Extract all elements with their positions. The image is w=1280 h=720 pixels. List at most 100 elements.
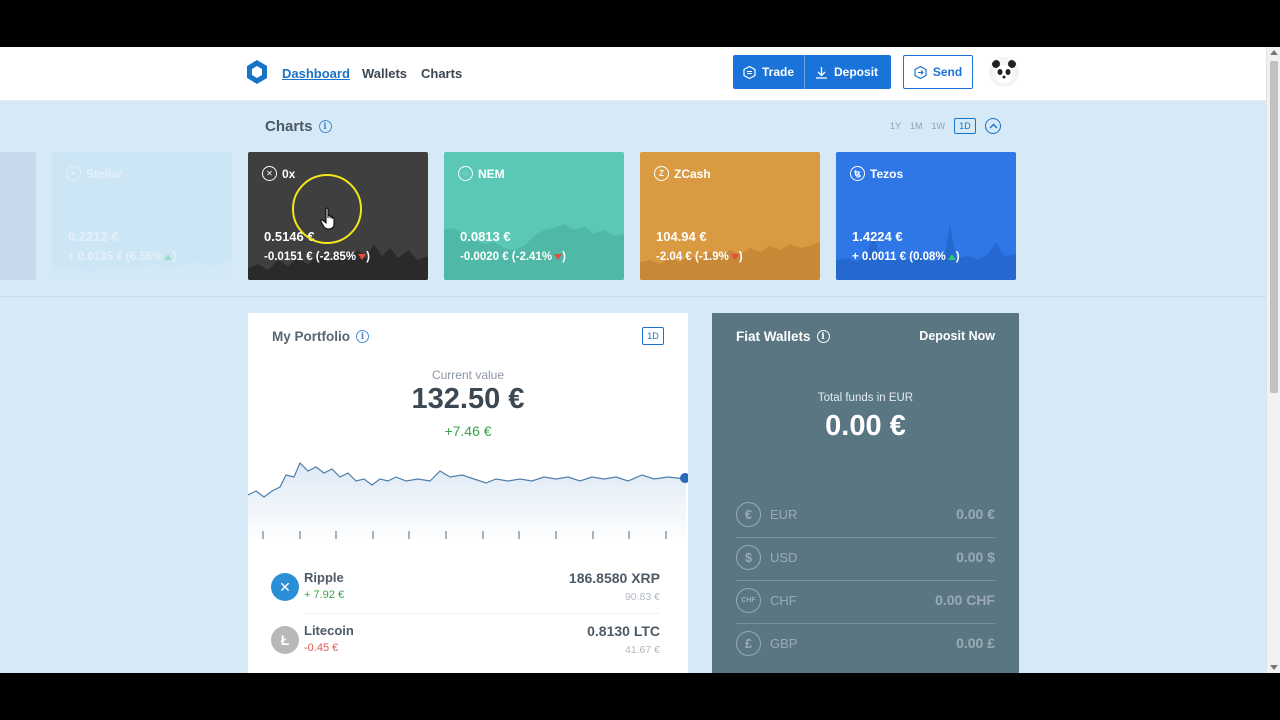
asset-row-ripple[interactable]: ✕ Ripple + 7.92 € 186.8580 XRP 90.83 €	[270, 563, 660, 615]
coin-card-tezos[interactable]: ꜩ Tezos 1.4224 € + 0.0011 € (0.08%)	[836, 152, 1016, 280]
scroll-down-arrow-icon[interactable]	[1270, 665, 1278, 670]
coin-change: + 0.0011 € (0.08%)	[852, 251, 960, 263]
row-divider	[736, 623, 995, 624]
coin-name-text: Stellar	[86, 166, 123, 181]
top-header: Dashboard Wallets Charts Trade Deposit S…	[0, 47, 1266, 101]
asset-amount: 0.8130 LTC	[587, 623, 660, 639]
coin-change-text: + 0.0011 € (0.08%	[852, 251, 946, 263]
coin-price: 1.4224 €	[852, 229, 903, 244]
nav-wallets[interactable]: Wallets	[362, 66, 407, 81]
hand-cursor-icon	[320, 207, 335, 230]
send-label: Send	[932, 65, 963, 79]
coin-change-text: -0.0151 € (-2.85%	[264, 251, 357, 263]
portfolio-range-badge[interactable]: 1D	[642, 327, 664, 345]
scrollbar-thumb[interactable]	[1270, 61, 1278, 393]
info-icon[interactable]: i	[318, 120, 332, 133]
total-funds-value: 0.00 €	[825, 410, 906, 442]
coin-name: Z ZCash	[654, 166, 711, 181]
panda-icon	[989, 57, 1019, 87]
zcash-icon: Z	[654, 166, 669, 181]
nav-dashboard[interactable]: Dashboard	[282, 66, 350, 81]
currency-amount: 0.00 £	[956, 635, 995, 651]
currency-code: CHF	[770, 593, 797, 608]
portfolio-title-text: My Portfolio	[272, 329, 350, 344]
asset-name: Ripple	[304, 570, 344, 585]
row-divider	[304, 613, 660, 614]
coin-name-text: Tezos	[870, 166, 904, 181]
coin-price: 104.94 €	[656, 229, 707, 244]
collapse-charts-button[interactable]	[985, 118, 1002, 134]
trade-deposit-group: Trade Deposit	[733, 55, 891, 89]
vertical-scrollbar[interactable]	[1266, 47, 1280, 673]
franc-icon: CHF	[736, 588, 761, 613]
asset-change: + 7.92 €	[304, 589, 345, 601]
coin-card-stellar[interactable]: ✦ Stellar 0.2212 € + 0.0135 € (6.56%)	[52, 152, 232, 280]
asset-change: -0.45 €	[304, 642, 339, 654]
pound-icon: £	[736, 631, 761, 656]
range-1d[interactable]: 1D	[954, 118, 977, 134]
section-divider	[0, 296, 1266, 297]
charts-section-title: Charts i	[265, 118, 332, 135]
trade-icon	[743, 65, 756, 79]
currency-amount: 0.00 CHF	[935, 592, 995, 608]
deposit-label: Deposit	[834, 65, 879, 79]
letterbox-bottom	[0, 673, 1280, 720]
info-icon[interactable]: i	[356, 330, 369, 343]
coin-card-partial[interactable]	[0, 152, 36, 280]
range-1w[interactable]: 1W	[932, 118, 946, 134]
nav-charts[interactable]: Charts	[421, 66, 462, 81]
fiat-row-usd[interactable]: $ USD 0.00 $	[736, 545, 995, 588]
currency-amount: 0.00 €	[956, 506, 995, 522]
trend-down-icon	[554, 254, 563, 260]
asset-eur-value: 90.83 €	[624, 591, 660, 603]
fiat-title-text: Fiat Wallets	[736, 329, 811, 344]
portfolio-chart[interactable]	[248, 453, 688, 543]
coin-change-text: + 0.0135 € (6.56%	[68, 251, 163, 263]
charts-title-text: Charts	[265, 118, 313, 135]
currency-code: GBP	[770, 636, 798, 651]
currency-code: USD	[770, 550, 798, 565]
trade-button[interactable]: Trade	[733, 55, 804, 89]
trend-down-icon	[730, 254, 739, 260]
euro-icon: €	[736, 502, 761, 527]
coin-name-text: NEM	[478, 166, 505, 181]
coin-card-nem[interactable]: ◌ NEM 0.0813 € -0.0020 € (-2.41%)	[444, 152, 624, 280]
range-1y[interactable]: 1Y	[890, 118, 901, 134]
trend-down-icon	[358, 254, 367, 260]
litecoin-icon: Ł	[271, 626, 299, 654]
info-icon[interactable]: i	[816, 330, 830, 343]
coin-card-zcash[interactable]: Z ZCash 104.94 € -2.04 € (-1.9%)	[640, 152, 820, 280]
stellar-icon: ✦	[66, 166, 81, 181]
scroll-up-arrow-icon[interactable]	[1270, 50, 1278, 55]
letterbox-top	[0, 0, 1280, 47]
trade-label: Trade	[762, 65, 795, 79]
fiat-row-chf[interactable]: CHF CHF 0.00 CHF	[736, 588, 995, 631]
coin-change: -0.0020 € (-2.41%)	[460, 251, 566, 263]
coin-price: 0.0813 €	[460, 229, 511, 244]
app-logo-icon[interactable]	[246, 59, 268, 85]
deposit-button[interactable]: Deposit	[805, 55, 888, 89]
coin-change: -2.04 € (-1.9%)	[656, 251, 743, 263]
coin-change: + 0.0135 € (6.56%)	[68, 251, 177, 263]
asset-row-litecoin[interactable]: Ł Litecoin -0.45 € 0.8130 LTC 41.67 €	[270, 616, 660, 668]
browser-viewport: Dashboard Wallets Charts Trade Deposit S…	[0, 47, 1280, 673]
fiat-wallets-panel: Fiat Wallets i Deposit Now Total funds i…	[712, 313, 1019, 673]
asset-name: Litecoin	[304, 623, 354, 638]
fiat-title: Fiat Wallets i	[736, 329, 830, 344]
asset-amount: 186.8580 XRP	[568, 570, 660, 586]
row-divider	[736, 580, 995, 581]
portfolio-panel: My Portfolio i 1D Current value 132.50 €…	[248, 313, 688, 673]
user-avatar[interactable]	[989, 57, 1019, 87]
range-1m[interactable]: 1M	[910, 118, 923, 134]
send-button[interactable]: Send	[903, 55, 973, 89]
coin-name: ✦ Stellar	[66, 166, 123, 181]
total-funds-label: Total funds in EUR	[817, 392, 914, 404]
fiat-row-gbp[interactable]: £ GBP 0.00 £	[736, 631, 995, 673]
0x-icon: ✕	[262, 166, 277, 181]
deposit-now-link[interactable]: Deposit Now	[919, 329, 995, 343]
fiat-row-eur[interactable]: € EUR 0.00 €	[736, 502, 995, 545]
current-value: 132.50 €	[411, 383, 525, 415]
chart-range-tabs: 1Y 1M 1W 1D	[890, 118, 1002, 134]
coin-change-text: -0.0020 € (-2.41%	[460, 251, 553, 263]
currency-code: EUR	[770, 507, 798, 522]
